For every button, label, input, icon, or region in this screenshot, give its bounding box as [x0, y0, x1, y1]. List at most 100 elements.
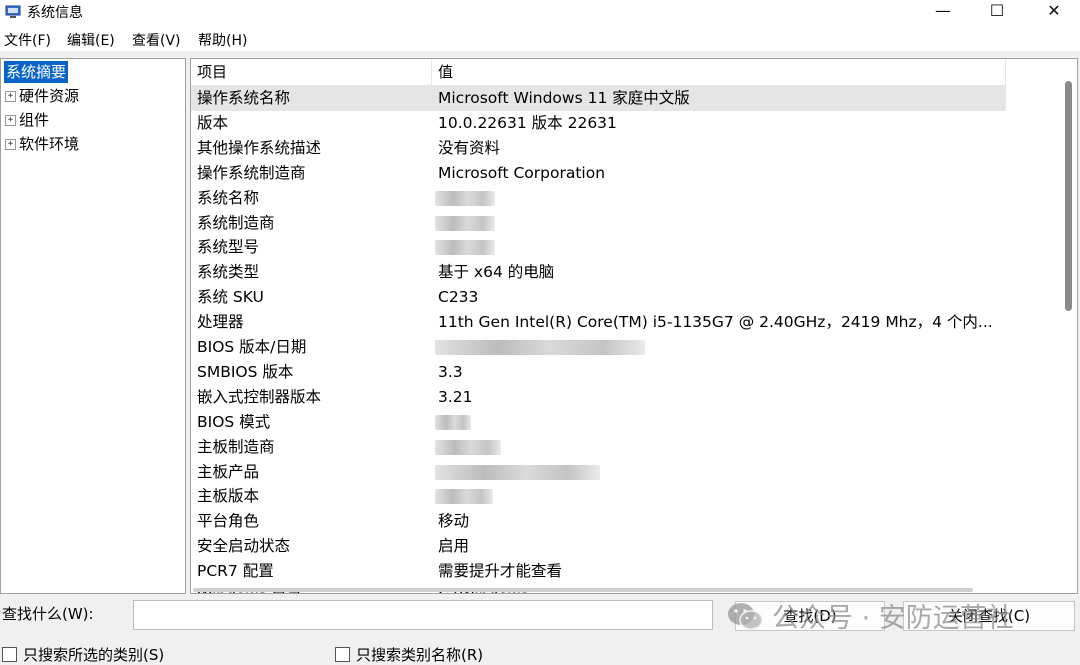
find-input[interactable] [133, 600, 713, 630]
tree-item-label: 系统摘要 [6, 63, 67, 81]
title-bar: 系统信息 — ☐ ✕ [0, 0, 1080, 27]
row-key: 系统 SKU [197, 288, 264, 307]
row-value: 移动 [438, 512, 470, 531]
menu-help[interactable]: 帮助(H) [198, 30, 247, 50]
tree-item-label: 软件环境 [19, 135, 80, 153]
expand-plus-icon[interactable]: + [5, 115, 16, 126]
table-row[interactable]: PCR7 配置 需要提升才能查看 [191, 559, 1006, 584]
column-header-value[interactable]: 值 [432, 59, 1006, 85]
system-info-icon [5, 4, 21, 18]
minimize-icon: — [935, 1, 951, 20]
find-label: 查找什么(W): [2, 605, 94, 623]
table-row[interactable]: 系统制造商 [191, 211, 1006, 236]
table-row[interactable]: 版本 10.0.22631 版本 22631 [191, 111, 1006, 136]
table-row[interactable]: 系统型号 [191, 235, 1006, 260]
row-key: 系统型号 [197, 238, 260, 257]
row-value: 3.21 [438, 387, 473, 406]
checkbox-box[interactable] [335, 647, 350, 662]
redacted-value [435, 240, 495, 256]
table-row[interactable]: 系统类型 基于 x64 的电脑 [191, 260, 1006, 285]
row-key: 系统制造商 [197, 213, 275, 232]
tree-item-system-summary[interactable]: 系统摘要 [4, 61, 69, 83]
row-value: 11th Gen Intel(R) Core(TM) i5-1135G7 @ 2… [438, 313, 993, 332]
menu-file[interactable]: 文件(F) [4, 30, 51, 50]
row-key: 操作系统名称 [197, 89, 291, 107]
vertical-scrollbar[interactable] [1061, 59, 1075, 593]
redacted-value [435, 414, 471, 430]
row-value: C233 [438, 288, 479, 307]
row-key: 主板产品 [197, 462, 260, 481]
table-row[interactable]: 主板产品 [191, 460, 1006, 485]
category-tree[interactable]: 系统摘要 + 硬件资源 + 组件 + 软件环境 [0, 58, 186, 594]
search-category-names-checkbox[interactable]: 只搜索类别名称(R) [335, 644, 483, 665]
table-row[interactable]: 处理器 11th Gen Intel(R) Core(TM) i5-1135G7 … [191, 310, 1006, 335]
row-key: 处理器 [197, 313, 244, 332]
row-value: 基于 x64 的电脑 [438, 263, 555, 282]
row-key: 主板制造商 [197, 437, 275, 456]
expand-plus-icon[interactable]: + [5, 91, 16, 102]
table-row[interactable]: 主板制造商 [191, 435, 1006, 460]
row-key: 嵌入式控制器版本 [197, 387, 322, 406]
maximize-button[interactable]: ☐ [971, 0, 1023, 24]
row-value: Microsoft Corporation [438, 163, 606, 182]
row-key: 其他操作系统描述 [197, 138, 322, 157]
row-value: 3.3 [438, 362, 463, 381]
window-title: 系统信息 [27, 5, 83, 21]
wechat-icon [726, 601, 764, 638]
close-icon: ✕ [1047, 1, 1061, 20]
row-key: 平台角色 [197, 512, 260, 531]
table-row[interactable]: SMBIOS 版本 3.3 [191, 360, 1006, 385]
search-selected-category-checkbox[interactable]: 只搜索所选的类别(S) [2, 644, 164, 665]
table-row[interactable]: 操作系统制造商 Microsoft Corporation [191, 161, 1006, 186]
redacted-value [435, 489, 493, 505]
row-key: BIOS 版本/日期 [197, 338, 307, 356]
minimize-button[interactable]: — [917, 0, 969, 24]
row-key: 主板版本 [197, 487, 260, 506]
menu-view[interactable]: 查看(V) [132, 30, 181, 50]
table-row[interactable]: BIOS 版本/日期 [191, 335, 1006, 360]
table-row[interactable]: 操作系统名称 Microsoft Windows 11 家庭中文版 [191, 86, 1006, 111]
tree-item-label: 组件 [19, 111, 50, 129]
table-row[interactable]: 系统名称 [191, 186, 1006, 211]
row-key: 操作系统制造商 [197, 163, 306, 182]
horizontal-scrollbar[interactable] [193, 588, 973, 592]
row-value: Microsoft Windows 11 家庭中文版 [438, 89, 690, 107]
watermark: 公众号 · 安防运营社 [726, 596, 1014, 638]
table-row[interactable]: BIOS 模式 [191, 410, 1006, 435]
row-value: 没有资料 [438, 138, 501, 157]
row-value: 10.0.22631 版本 22631 [438, 113, 617, 132]
table-row[interactable]: 其他操作系统描述 没有资料 [191, 136, 1006, 161]
row-value: 需要提升才能查看 [438, 562, 563, 581]
scrollbar-thumb[interactable] [1065, 81, 1072, 311]
menu-bar: 文件(F) 编辑(E) 查看(V) 帮助(H) [0, 27, 1080, 51]
tree-item-hardware-resources[interactable]: + 硬件资源 [3, 85, 79, 107]
checkbox-label: 只搜索类别名称(R) [356, 646, 484, 664]
redacted-value [435, 464, 600, 480]
row-value: 启用 [438, 537, 470, 556]
row-key: 系统名称 [197, 188, 260, 207]
tree-item-components[interactable]: + 组件 [3, 109, 49, 131]
table-row[interactable]: 系统 SKU C233 [191, 285, 1006, 310]
expand-plus-icon[interactable]: + [5, 139, 16, 150]
checkbox-label: 只搜索所选的类别(S) [23, 646, 165, 664]
row-key: BIOS 模式 [197, 412, 271, 431]
table-row[interactable]: 安全启动状态 启用 [191, 534, 1006, 559]
details-table[interactable]: 项目 值 操作系统名称 Microsoft Windows 11 家庭中文版版本 1… [190, 58, 1078, 594]
row-key: SMBIOS 版本 [197, 362, 294, 381]
menu-edit[interactable]: 编辑(E) [67, 30, 115, 50]
column-header-item[interactable]: 项目 [191, 59, 432, 85]
table-row[interactable]: 主板版本 [191, 484, 1006, 509]
row-key: 安全启动状态 [197, 537, 291, 556]
checkbox-box[interactable] [2, 647, 17, 662]
table-row[interactable]: 平台角色 移动 [191, 509, 1006, 534]
maximize-icon: ☐ [989, 1, 1005, 20]
row-key: PCR7 配置 [197, 562, 274, 581]
redacted-value [435, 190, 495, 206]
watermark-text: 公众号 · 安防运营社 [772, 603, 1014, 634]
table-row[interactable]: 嵌入式控制器版本 3.21 [191, 385, 1006, 410]
row-key: 版本 [197, 113, 229, 132]
redacted-value [435, 439, 501, 455]
close-button[interactable]: ✕ [1028, 0, 1080, 24]
tree-item-software-environment[interactable]: + 软件环境 [3, 133, 79, 155]
row-key: 系统类型 [197, 263, 260, 282]
